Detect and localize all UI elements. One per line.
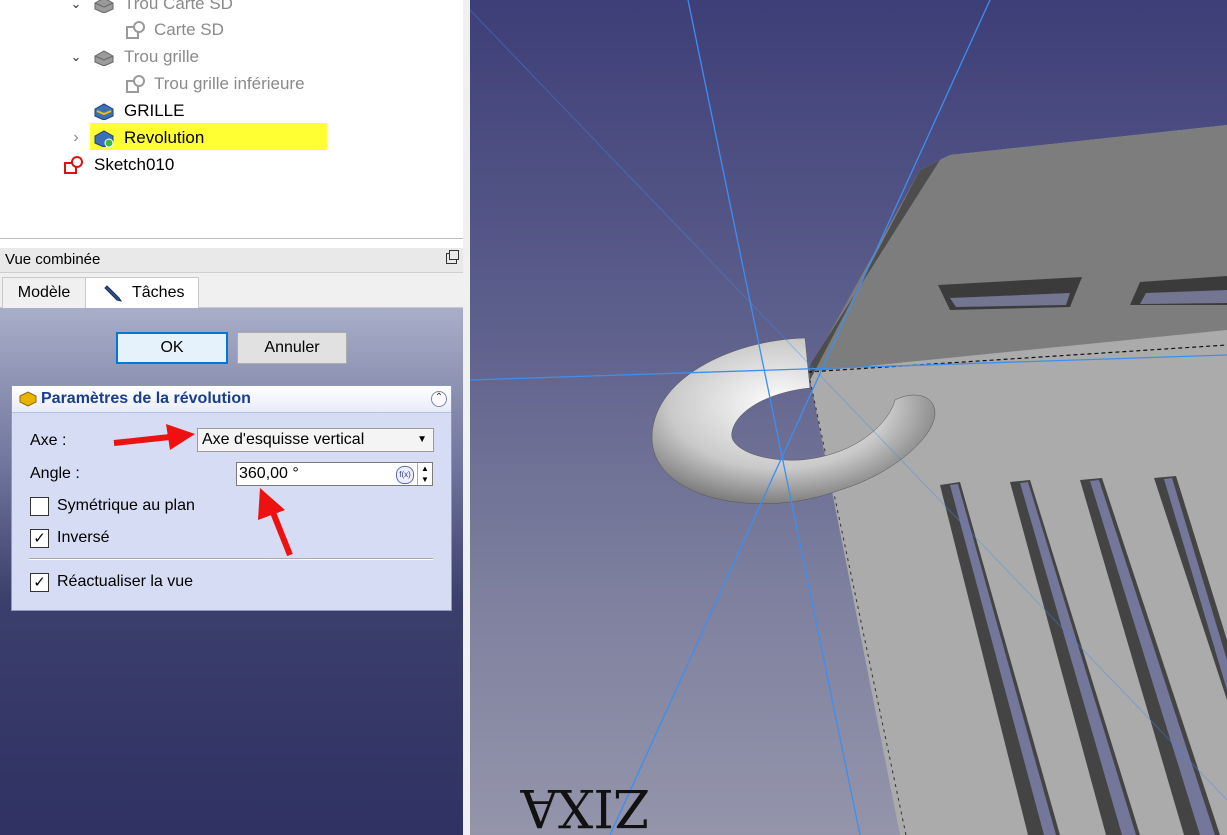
- chevron-down-icon[interactable]: ⌄: [68, 44, 84, 70]
- chevron-right-icon[interactable]: ›: [68, 125, 84, 151]
- refresh-view-checkbox[interactable]: ✓: [30, 573, 49, 592]
- axis-select[interactable]: Axe d'esquisse vertical ▼: [197, 428, 434, 452]
- combo-view-header: Vue combinée: [0, 248, 463, 273]
- tree-item-label: GRILLE: [124, 101, 185, 120]
- sketch-icon: [126, 75, 145, 93]
- combo-tab-bar: Modèle Tâches: [0, 273, 463, 309]
- tab-tasks[interactable]: Tâches: [85, 277, 199, 309]
- float-window-icon[interactable]: [446, 250, 459, 264]
- symmetric-label: Symétrique au plan: [57, 497, 195, 514]
- model-tree: ⌄ Trou Carte SD Carte SD ⌄ Trou grille T…: [0, 0, 464, 239]
- tree-item-label: Carte SD: [154, 20, 224, 39]
- engraved-text: ZIXA: [519, 777, 650, 835]
- revolution-parameters-box: Paramètres de la révolution ⌃ Axe : Axe …: [11, 385, 452, 611]
- angle-label: Angle :: [30, 465, 80, 482]
- tab-model[interactable]: Modèle: [2, 277, 86, 308]
- sketch-icon: [64, 156, 83, 174]
- reversed-label: Inversé: [57, 529, 110, 546]
- spin-arrows-icon[interactable]: ▲ ▼: [417, 463, 432, 485]
- pocket-icon: [94, 0, 114, 13]
- tree-item-label: Trou Carte SD: [124, 0, 233, 13]
- 3d-viewport[interactable]: ZIXA: [470, 0, 1227, 835]
- tree-item-sketch010[interactable]: Sketch010: [0, 152, 463, 178]
- axis-label: Axe :: [30, 432, 67, 449]
- tree-item-label: Revolution: [124, 128, 205, 147]
- panel-title: Paramètres de la révolution: [41, 390, 251, 407]
- sketch-icon: [126, 21, 145, 39]
- plate-far-face: [808, 125, 1227, 372]
- expression-icon[interactable]: f(x): [396, 466, 414, 484]
- tree-item-trou-carte-sd[interactable]: ⌄ Trou Carte SD: [0, 0, 463, 17]
- tree-item-label: Sketch010: [94, 155, 175, 174]
- cancel-button[interactable]: Annuler: [237, 332, 347, 364]
- angle-input[interactable]: 360,00 ° f(x) ▲ ▼: [236, 462, 433, 486]
- tree-item-revolution[interactable]: › Revolution: [0, 123, 463, 151]
- tree-item-trou-grille[interactable]: ⌄ Trou grille: [0, 44, 463, 70]
- body-icon: [94, 103, 114, 120]
- tab-label: Modèle: [17, 284, 71, 301]
- tree-item-trou-grille-inferieure[interactable]: Trou grille inférieure: [0, 71, 463, 97]
- chevron-down-icon[interactable]: ⌄: [68, 0, 84, 17]
- revolution-icon: [94, 130, 114, 147]
- combo-view-title: Vue combinée: [5, 251, 101, 268]
- angle-input-value: 360,00 °: [239, 465, 299, 482]
- tree-item-label: Trou grille inférieure: [154, 74, 305, 93]
- 3d-scene[interactable]: ZIXA: [470, 0, 1227, 835]
- splitter[interactable]: [463, 0, 470, 835]
- tab-label: Tâches: [132, 284, 185, 301]
- revolution-parameters-header[interactable]: Paramètres de la révolution ⌃: [12, 386, 451, 413]
- tree-item-label: Trou grille: [124, 47, 199, 66]
- symmetric-checkbox[interactable]: [30, 497, 49, 516]
- reversed-checkbox[interactable]: ✓: [30, 529, 49, 548]
- tree-item-carte-sd[interactable]: Carte SD: [0, 17, 463, 43]
- separator: [29, 558, 433, 560]
- refresh-view-label: Réactualiser la vue: [57, 573, 194, 590]
- pencil-icon: [104, 285, 123, 302]
- tree-item-grille[interactable]: GRILLE: [0, 98, 463, 124]
- revolution-small-icon: [19, 391, 37, 407]
- collapse-icon[interactable]: ⌃: [431, 391, 447, 407]
- chevron-down-icon: ▼: [417, 434, 427, 445]
- axis-select-value: Axe d'esquisse vertical: [202, 431, 365, 448]
- ok-button[interactable]: OK: [116, 332, 228, 364]
- pocket-icon: [94, 50, 114, 66]
